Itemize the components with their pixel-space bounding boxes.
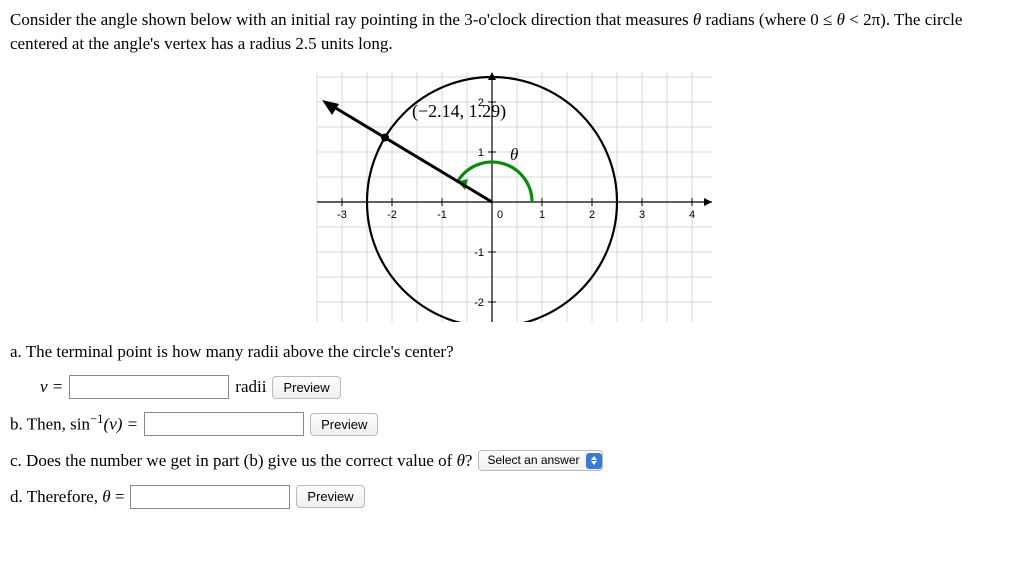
svg-text:(−2.14, 1.29): (−2.14, 1.29) — [412, 101, 506, 122]
question-a-text: a. The terminal point is how many radii … — [10, 340, 454, 364]
problem-statement: Consider the angle shown below with an i… — [10, 8, 1014, 56]
input-arcsin[interactable] — [144, 412, 304, 436]
arcsin-arg: (v) = — [104, 415, 139, 434]
question-c-q: ? — [465, 451, 473, 470]
figure-container: -3 -2 -1 0 1 2 3 4 2 1 -1 -2 — [10, 62, 1014, 322]
chevron-up-down-icon — [586, 453, 602, 469]
intro-text-1: Consider the angle shown below with an i… — [10, 10, 693, 29]
theta-c: θ — [457, 451, 465, 470]
intro-text-2: radians (where 0 ≤ — [701, 10, 836, 29]
svg-text:-2: -2 — [387, 209, 397, 221]
svg-text:3: 3 — [639, 209, 645, 221]
question-c: c. Does the number we get in part (b) gi… — [10, 449, 1014, 473]
select-answer-c[interactable]: Select an answer — [478, 450, 602, 471]
theta-d: θ — [102, 487, 110, 506]
svg-text:1: 1 — [539, 209, 545, 221]
preview-button-d[interactable]: Preview — [296, 485, 364, 508]
svg-text:θ: θ — [510, 145, 518, 164]
svg-text:4: 4 — [689, 209, 695, 221]
question-a: a. The terminal point is how many radii … — [10, 340, 1014, 364]
preview-button-b[interactable]: Preview — [310, 413, 378, 436]
svg-text:-1: -1 — [437, 209, 447, 221]
svg-text:-2: -2 — [474, 297, 484, 309]
question-a-input-row: v = radii Preview — [40, 375, 1014, 399]
inverse-exp: −1 — [90, 412, 104, 426]
intro-text-4: centered at the angle's vertex has a rad… — [10, 34, 393, 53]
var-v-label: v = — [40, 375, 63, 399]
angle-diagram: -3 -2 -1 0 1 2 3 4 2 1 -1 -2 — [292, 62, 732, 322]
question-d: d. Therefore, θ = Preview — [10, 485, 1014, 509]
intro-text-3: < 2π). The circle — [845, 10, 962, 29]
question-b: b. Then, sin−1(v) = Preview — [10, 411, 1014, 436]
question-b-before: b. Then, sin — [10, 415, 90, 434]
questions-block: a. The terminal point is how many radii … — [10, 340, 1014, 509]
preview-button-a[interactable]: Preview — [272, 376, 340, 399]
question-d-text: d. Therefore, — [10, 487, 102, 506]
input-v[interactable] — [69, 375, 229, 399]
question-d-eq: = — [111, 487, 125, 506]
theta-symbol-2: θ — [837, 10, 845, 29]
svg-text:-1: -1 — [474, 247, 484, 259]
svg-text:2: 2 — [589, 209, 595, 221]
unit-radii: radii — [235, 375, 266, 399]
question-c-text: c. Does the number we get in part (b) gi… — [10, 451, 457, 470]
svg-text:1: 1 — [478, 147, 484, 159]
svg-text:-3: -3 — [337, 209, 347, 221]
svg-text:0: 0 — [497, 209, 503, 221]
input-theta[interactable] — [130, 485, 290, 509]
theta-symbol: θ — [693, 10, 701, 29]
select-placeholder: Select an answer — [487, 452, 579, 469]
